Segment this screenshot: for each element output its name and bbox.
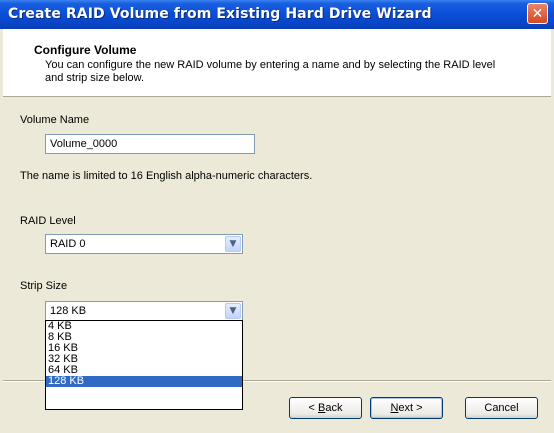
raid-level-label: RAID Level xyxy=(20,215,76,227)
chevron-down-icon[interactable]: ▼ xyxy=(225,236,241,252)
cancel-button[interactable]: Cancel xyxy=(465,397,538,419)
strip-size-option-selected[interactable]: 128 KB xyxy=(46,376,242,387)
wizard-window: Create RAID Volume from Existing Hard Dr… xyxy=(0,0,554,433)
back-label: ack xyxy=(325,402,343,414)
next-label: ext > xyxy=(398,402,423,414)
wizard-header: Configure Volume You can configure the n… xyxy=(3,29,551,97)
window-title: Create RAID Volume from Existing Hard Dr… xyxy=(8,6,432,22)
volume-name-hint: The name is limited to 16 English alpha-… xyxy=(20,170,313,182)
back-prefix: < xyxy=(308,402,318,414)
chevron-down-icon[interactable]: ▼ xyxy=(225,303,241,319)
header-title: Configure Volume xyxy=(34,43,137,57)
strip-size-option[interactable]: 4 KB xyxy=(46,321,242,332)
header-description: You can configure the new RAID volume by… xyxy=(45,59,496,84)
raid-level-select[interactable]: RAID 0 ▼ xyxy=(45,234,243,254)
strip-size-select[interactable]: 128 KB ▼ xyxy=(45,301,243,321)
raid-level-value: RAID 0 xyxy=(50,238,86,250)
strip-size-value: 128 KB xyxy=(50,305,87,317)
strip-size-label: Strip Size xyxy=(20,280,68,292)
back-button[interactable]: < Back xyxy=(289,397,362,419)
strip-size-dropdown-list[interactable]: 4 KB 8 KB 16 KB 32 KB 64 KB 128 KB xyxy=(45,320,243,410)
volume-name-label: Volume Name xyxy=(20,114,90,126)
title-bar[interactable]: Create RAID Volume from Existing Hard Dr… xyxy=(0,0,554,29)
close-button[interactable]: ✕ xyxy=(527,3,548,24)
volume-name-input[interactable]: Volume_0000 xyxy=(45,134,255,154)
next-button[interactable]: Next > xyxy=(370,397,443,419)
